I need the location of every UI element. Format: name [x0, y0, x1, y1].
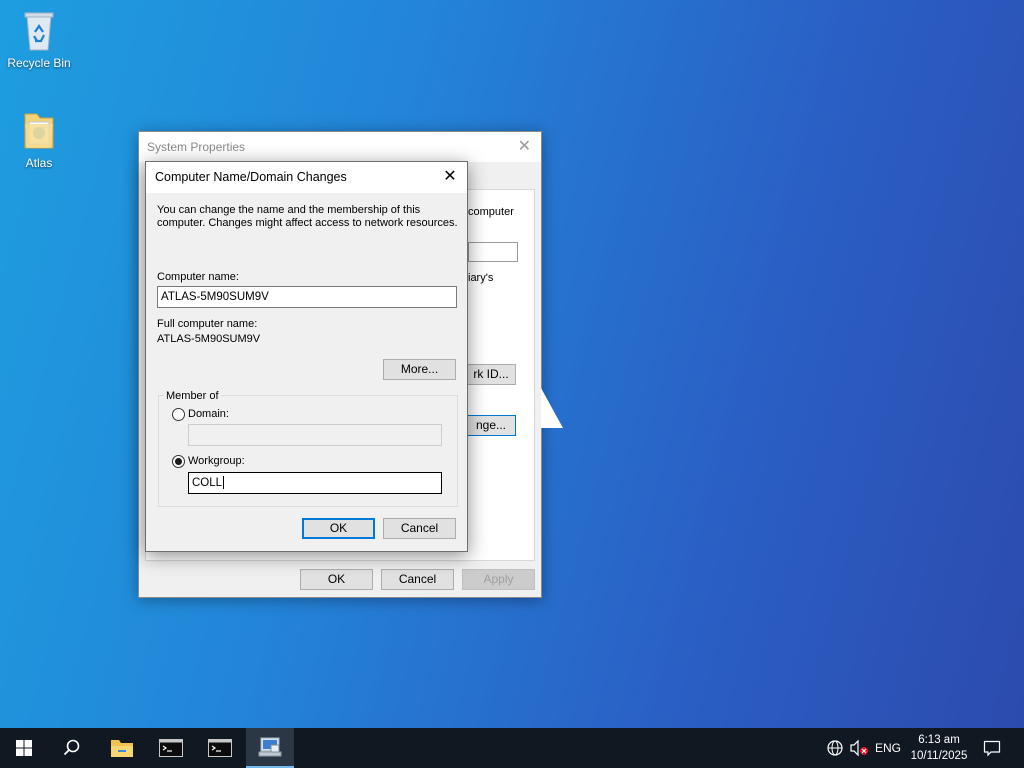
description-fragment: computer [468, 206, 514, 218]
clock-date: 10/11/2025 [910, 750, 968, 762]
taskbar-terminal-2[interactable] [196, 728, 244, 768]
workgroup-input-value: COLL [192, 477, 223, 489]
action-center[interactable] [978, 728, 1006, 768]
system-properties-titlebar[interactable]: System Properties ✕ [139, 132, 541, 162]
description-fragment: iary's [468, 272, 494, 284]
language-indicator[interactable]: ENG [872, 728, 904, 768]
folder-icon [19, 108, 59, 152]
terminal-icon [208, 739, 232, 757]
ok-button[interactable]: OK [302, 518, 375, 539]
computer-name-input[interactable]: ATLAS-5M90SUM9V [157, 286, 457, 308]
domain-radio[interactable] [172, 408, 185, 421]
terminal-icon [159, 739, 183, 757]
computer-name-label: Computer name: [157, 271, 239, 283]
ok-button[interactable]: OK [300, 569, 373, 590]
network-id-button[interactable]: rk ID... [466, 364, 516, 385]
taskbar-system-properties[interactable] [246, 728, 294, 768]
clock[interactable]: 6:13 am 10/11/2025 [904, 728, 974, 768]
taskbar-terminal-1[interactable] [147, 728, 195, 768]
recycle-bin-icon [19, 8, 59, 52]
change-button[interactable]: nge... [466, 415, 516, 436]
taskbar-file-explorer[interactable] [98, 728, 146, 768]
notification-icon [983, 740, 1001, 757]
dialog-titlebar[interactable]: Computer Name/Domain Changes ✕ [146, 162, 467, 193]
cancel-button[interactable]: Cancel [381, 569, 454, 590]
computer-name-dialog: Computer Name/Domain Changes ✕ You can c… [145, 161, 468, 552]
text-caret [223, 476, 225, 490]
system-properties-icon [258, 737, 282, 757]
apply-button[interactable]: Apply [462, 569, 535, 590]
volume-tray[interactable] [848, 728, 870, 768]
start-button[interactable] [0, 728, 48, 768]
workgroup-label: Workgroup: [188, 455, 245, 467]
start-icon [16, 740, 32, 756]
desktop-icon-label: Recycle Bin [7, 56, 71, 70]
file-explorer-icon [111, 740, 133, 757]
member-of-label: Member of [164, 390, 221, 402]
taskbar: ENG 6:13 am 10/11/2025 [0, 728, 1024, 768]
workgroup-input[interactable]: COLL [188, 472, 442, 494]
workgroup-radio[interactable] [172, 455, 185, 468]
speaker-muted-icon [850, 739, 868, 757]
dialog-description-line1: You can change the name and the membersh… [157, 204, 421, 216]
more-button[interactable]: More... [383, 359, 456, 380]
description-input[interactable] [468, 242, 518, 262]
cancel-button[interactable]: Cancel [383, 518, 456, 539]
pointer-shape [541, 388, 563, 428]
close-icon[interactable]: ✕ [518, 132, 531, 162]
desktop-icon-recycle-bin[interactable]: Recycle Bin [1, 8, 77, 70]
dialog-title: Computer Name/Domain Changes [155, 170, 347, 184]
full-computer-name-label: Full computer name: [157, 318, 258, 330]
globe-icon [827, 740, 843, 756]
dialog-description-line2: computer. Changes might affect access to… [157, 217, 458, 229]
desktop-icon-atlas[interactable]: Atlas [1, 108, 77, 170]
desktop-icon-label: Atlas [25, 156, 53, 170]
search-icon [63, 739, 80, 756]
system-properties-title: System Properties [147, 140, 246, 154]
full-computer-name-value: ATLAS-5M90SUM9V [157, 333, 261, 345]
close-icon[interactable]: ✕ [439, 167, 461, 187]
search-button[interactable] [48, 728, 96, 768]
domain-input[interactable] [188, 424, 442, 446]
clock-time: 6:13 am [918, 734, 960, 746]
domain-label: Domain: [188, 408, 229, 420]
network-tray[interactable] [824, 728, 846, 768]
